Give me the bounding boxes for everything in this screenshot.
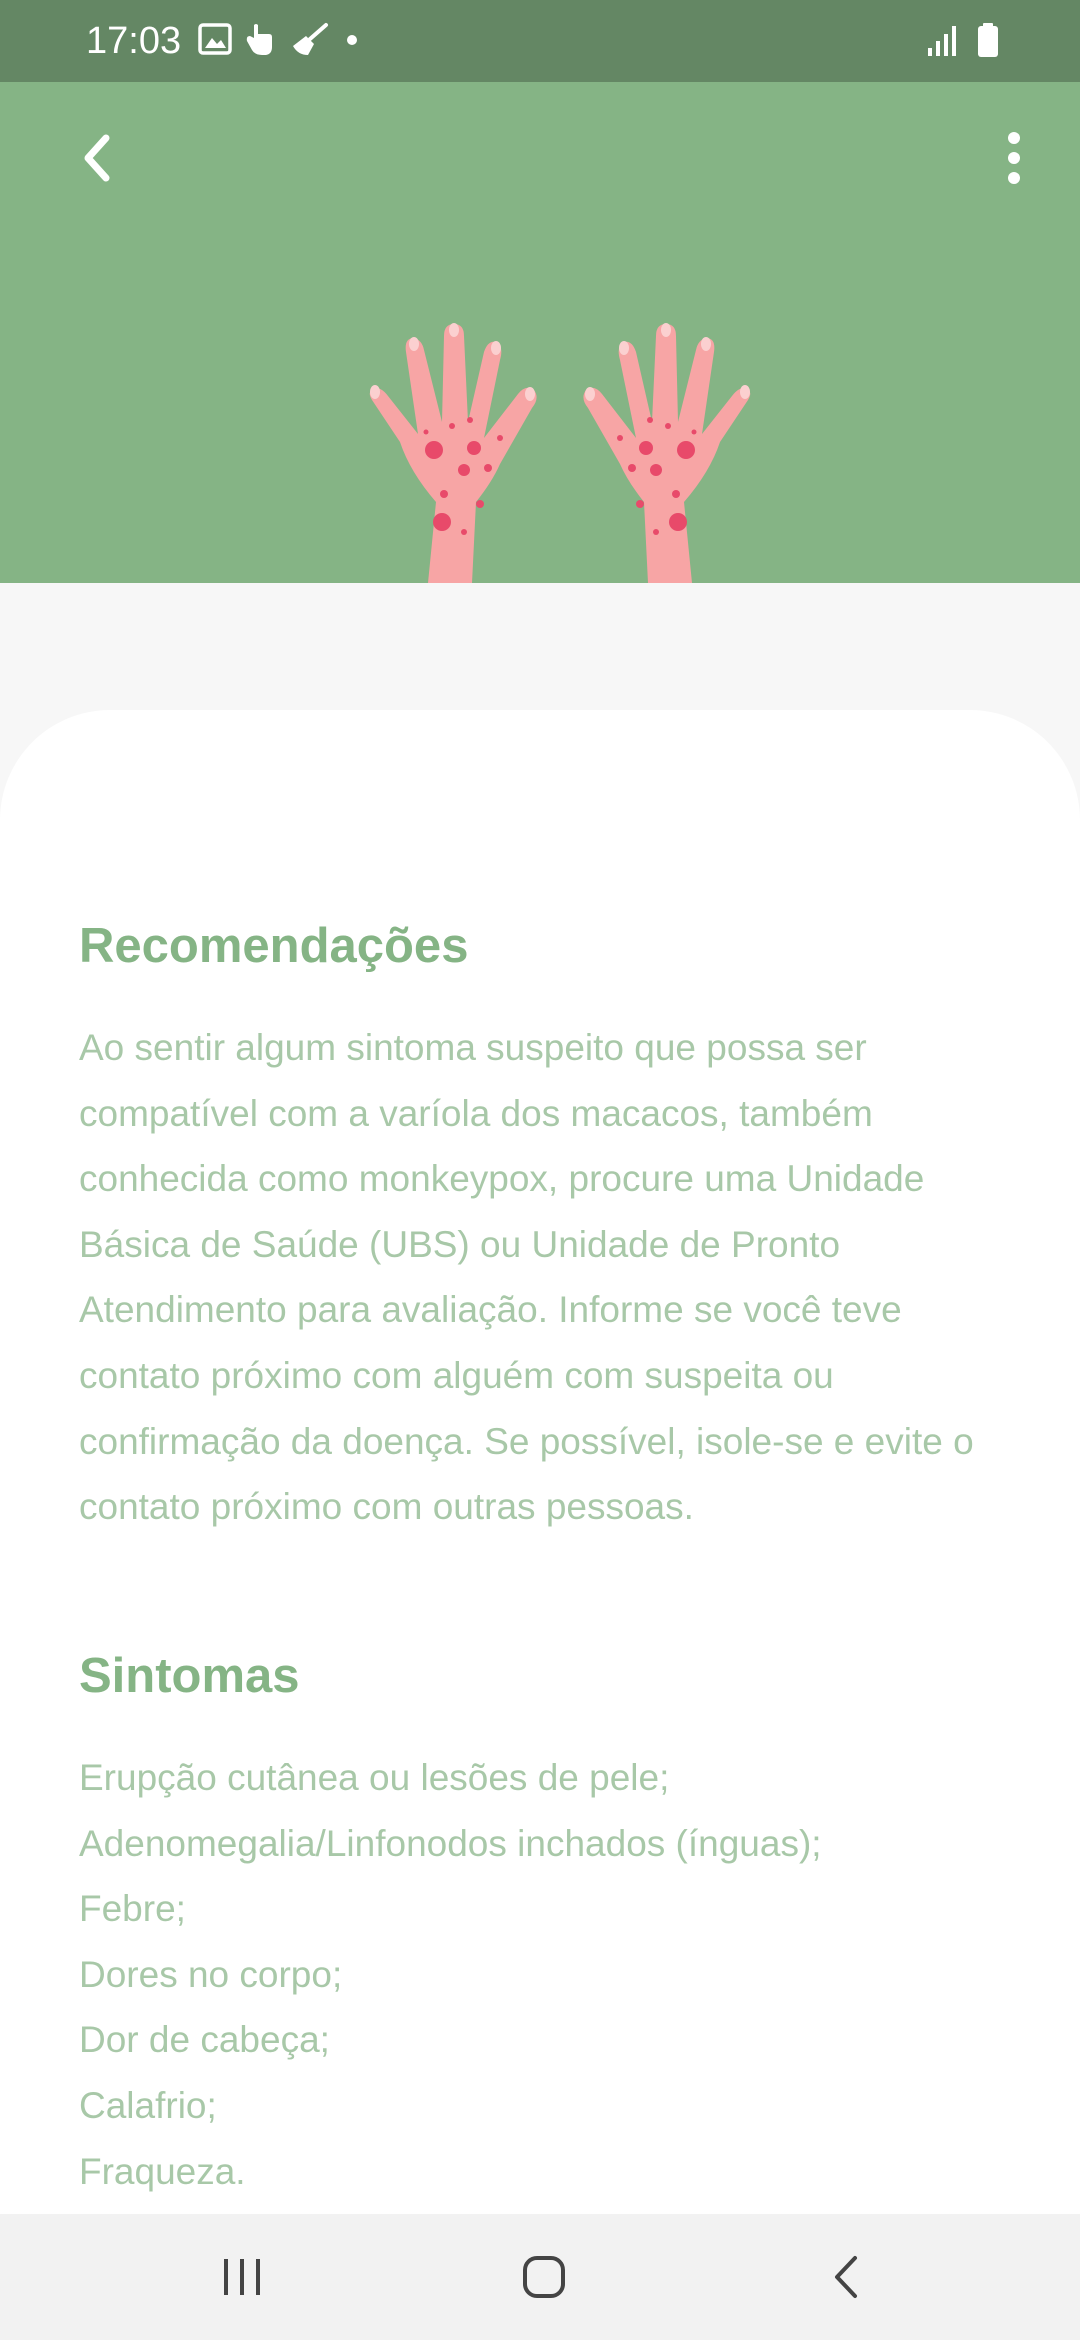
navigation-bar (0, 2214, 1080, 2340)
battery-icon (978, 23, 998, 57)
more-options-button[interactable] (978, 122, 1050, 194)
status-time: 17:03 (86, 20, 182, 62)
back-button[interactable] (60, 122, 132, 194)
recommendations-title: Recomendações (79, 919, 469, 973)
home-button[interactable] (464, 2214, 624, 2340)
symptom-item: Fraqueza. (79, 2150, 246, 2192)
more-vertical-icon (1008, 132, 1020, 184)
symptom-item: Dor de cabeça; (79, 2019, 330, 2061)
symptoms-list: Erupção cutânea ou lesões de pele; Adeno… (79, 1745, 1019, 2204)
left-hand (369, 324, 537, 583)
symptom-item: Dores no corpo; (79, 1953, 343, 1995)
symptom-item: Erupção cutânea ou lesões de pele; (79, 1757, 670, 1798)
hands-with-rash-illustration (369, 323, 751, 583)
symptom-item: Adenomegalia/Linfonodos inchados (ínguas… (79, 1822, 822, 1864)
recommendations-text: Ao sentir algum sintoma suspeito que pos… (79, 1027, 974, 1528)
spacer (0, 583, 1080, 710)
symptom-item: Febre; (79, 1888, 186, 1930)
image-icon (198, 23, 232, 55)
recents-icon (224, 2259, 260, 2295)
header (0, 82, 1080, 583)
recents-button[interactable] (162, 2214, 322, 2340)
content-card: Recomendações Ao sentir algum sintoma su… (0, 710, 1080, 2214)
hand-icon (246, 24, 272, 55)
status-bar: 17:03 (0, 0, 1080, 82)
dot-icon (347, 35, 357, 45)
broom-icon (293, 23, 328, 55)
symptom-item: Calafrio; (79, 2084, 217, 2126)
signal-icon (928, 26, 956, 56)
nav-back-button[interactable] (766, 2214, 926, 2340)
chevron-left-icon (84, 134, 110, 182)
home-icon (523, 2256, 565, 2298)
right-hand (583, 324, 751, 583)
back-icon (835, 2256, 857, 2298)
symptoms-title: Sintomas (79, 1649, 300, 1703)
